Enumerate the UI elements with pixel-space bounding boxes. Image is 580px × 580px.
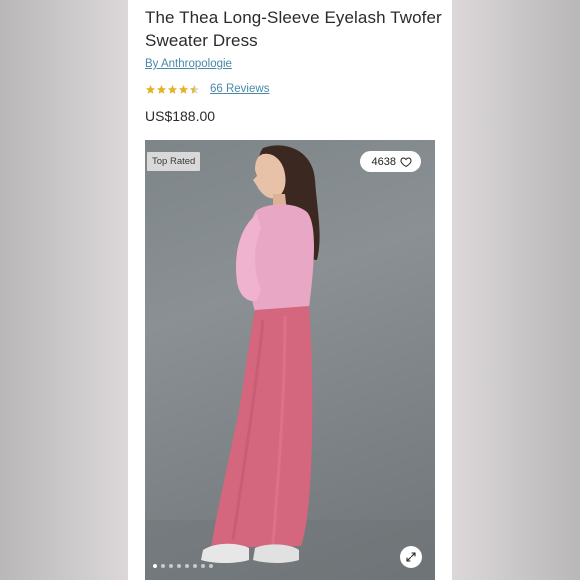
star-icon — [178, 84, 189, 94]
expand-button[interactable] — [400, 546, 422, 568]
pagination-dot[interactable] — [201, 564, 205, 568]
brand-link[interactable]: By Anthropologie — [145, 58, 232, 70]
pagination-dot[interactable] — [153, 564, 157, 568]
star-icon — [167, 84, 178, 94]
pagination-dot[interactable] — [193, 564, 197, 568]
pagination-dot[interactable] — [169, 564, 173, 568]
product-image[interactable]: Top Rated 4638 — [145, 140, 435, 580]
product-price: US$188.00 — [145, 108, 216, 124]
like-button[interactable]: 4638 — [359, 151, 421, 172]
expand-icon — [406, 552, 416, 562]
model-photo — [145, 145, 435, 580]
star-icon — [156, 84, 167, 94]
star-icon — [145, 84, 156, 94]
star-rating — [145, 84, 200, 95]
pagination-dot[interactable] — [161, 564, 165, 568]
product-card: The Thea Long-Sleeve Eyelash Twofer Swea… — [128, 0, 452, 580]
reviews-link[interactable]: 66 Reviews — [210, 83, 269, 95]
pagination-dot[interactable] — [177, 564, 181, 568]
product-title: The Thea Long-Sleeve Eyelash Twofer Swea… — [145, 8, 442, 50]
like-count: 4638 — [371, 155, 396, 168]
top-rated-badge: Top Rated — [147, 152, 201, 171]
star-half-icon — [189, 84, 200, 94]
gallery-pagination — [153, 564, 213, 568]
rating-row: 66 Reviews — [145, 82, 269, 96]
pagination-dot[interactable] — [209, 564, 213, 568]
heart-icon — [400, 156, 412, 167]
pagination-dot[interactable] — [185, 564, 189, 568]
